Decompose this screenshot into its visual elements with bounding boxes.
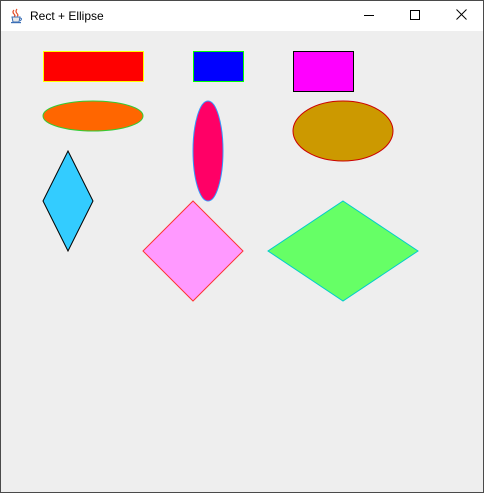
orange-ellipse (42, 100, 144, 132)
minimize-icon (364, 7, 374, 25)
shapes-drawing (42, 51, 419, 302)
blue-rectangle (193, 51, 244, 82)
pink-red-ellipse (192, 100, 224, 202)
maximize-icon (410, 7, 420, 25)
red-rectangle (43, 51, 144, 82)
close-button[interactable] (438, 1, 484, 31)
close-icon (455, 7, 467, 25)
gold-ellipse (292, 100, 394, 162)
magenta-rectangle (293, 51, 354, 92)
minimize-button[interactable] (346, 1, 392, 31)
java-coffee-cup-icon[interactable] (8, 8, 24, 24)
drawing-canvas (1, 31, 483, 492)
pink-diamond (142, 200, 244, 302)
cyan-diamond (42, 149, 94, 253)
title-bar[interactable]: Rect + Ellipse (1, 1, 483, 31)
window-title: Rect + Ellipse (30, 9, 104, 23)
green-diamond (267, 200, 419, 302)
maximize-button[interactable] (392, 1, 438, 31)
app-window: Rect + Ellipse (0, 0, 484, 493)
